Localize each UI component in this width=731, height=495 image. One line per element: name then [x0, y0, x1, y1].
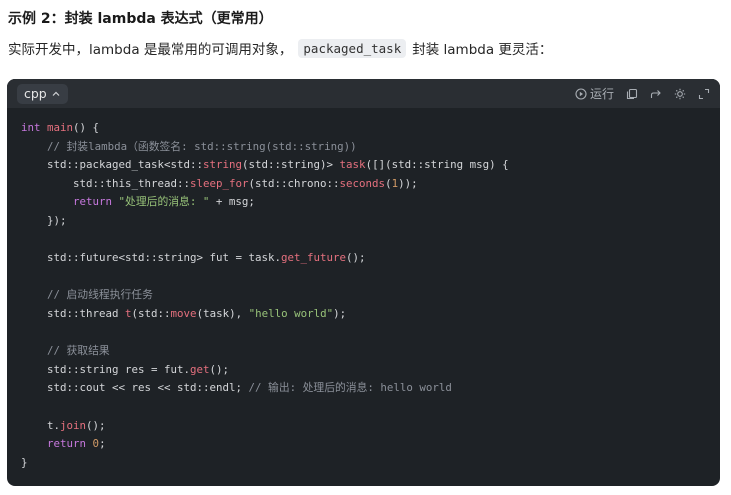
code-token: // 输出: 处理后的消息: hello world [248, 381, 452, 395]
code-token: (std::chrono:: [248, 176, 340, 190]
code-token: ); [333, 306, 347, 320]
code-line: // 获取结果 [21, 342, 706, 361]
code-token: seconds [339, 176, 386, 190]
code-line: }); [21, 212, 706, 231]
copy-button[interactable] [626, 88, 638, 100]
language-selector[interactable]: cpp [17, 83, 68, 104]
copy-icon [626, 88, 638, 100]
code-token: return [73, 195, 113, 209]
code-block: cpp 运行 int main() {// 封装lambda（函数签名: st… [7, 79, 720, 486]
code-token: return [47, 437, 87, 451]
code-line: std::this_thread::sleep_for(std::chrono:… [21, 175, 706, 194]
code-token: ; [99, 437, 106, 451]
code-content: int main() { // 封装lambda（函数签名: std::stri… [7, 108, 720, 483]
code-token: std::cout << res << std::endl; [21, 381, 249, 395]
code-token: "hello world" [248, 306, 334, 320]
play-icon [575, 87, 587, 100]
code-line: return "处理后的消息: " + msg; [21, 193, 706, 212]
code-token: get_future [281, 251, 347, 265]
code-token: (std:: [131, 306, 171, 320]
code-token: join [60, 418, 87, 432]
intro-text-before: 实际开发中，lambda 是最常用的可调用对象， [8, 42, 293, 58]
code-token: t. [21, 418, 61, 432]
code-token: (std::string)> [242, 158, 340, 172]
code-token: ([](std::string msg) { [365, 158, 509, 172]
code-token: int [21, 121, 41, 134]
code-token: (); [209, 362, 230, 376]
theme-button[interactable] [674, 88, 686, 100]
code-token: task [339, 158, 366, 172]
language-label: cpp [24, 86, 47, 101]
intro-text-after: 封装 lambda 更灵活： [412, 42, 553, 58]
code-token: main [47, 121, 74, 134]
inline-code: packaged_task [298, 38, 407, 58]
code-token: "处理后的消息: " [118, 195, 210, 209]
code-token: string [203, 158, 243, 172]
code-line: t.join(); [21, 417, 706, 436]
code-line: int main() { [21, 119, 706, 138]
code-token: () { [73, 121, 100, 134]
code-token: std::future<std::string> fut = task. [21, 251, 282, 265]
code-token: (); [346, 251, 366, 265]
expand-icon [698, 88, 710, 100]
run-button[interactable]: 运行 [575, 85, 614, 102]
theme-icon [674, 88, 686, 100]
code-line: std::packaged_task<std::string(std::stri… [21, 156, 706, 175]
code-token: } [21, 455, 28, 469]
intro-paragraph: 实际开发中，lambda 是最常用的可调用对象， packaged_task 封… [8, 38, 552, 58]
code-token: std::string res = fut. [21, 362, 191, 376]
code-token: std::packaged_task<std:: [21, 158, 204, 172]
code-token: // 获取结果 [21, 344, 110, 358]
code-line: std::cout << res << std::endl; // 输出: 处理… [21, 379, 706, 398]
code-token: )); [398, 176, 418, 190]
code-token: }); [21, 213, 67, 227]
expand-button[interactable] [698, 88, 710, 100]
code-line: // 启动线程执行任务 [21, 286, 706, 305]
code-token: get [190, 362, 210, 376]
code-line: std::thread t(std::move(task), "hello wo… [21, 305, 706, 324]
code-token: + msg; [209, 195, 255, 209]
code-header: cpp 运行 [7, 79, 720, 108]
share-button[interactable] [650, 88, 662, 100]
code-token: // 启动线程执行任务 [21, 288, 153, 302]
code-line: // 封装lambda（函数签名: std::string(std::strin… [21, 138, 706, 157]
code-token: // 封装lambda（函数签名: std::string(std::strin… [21, 139, 357, 153]
code-token: (); [86, 418, 106, 432]
code-line: std::future<std::string> fut = task.get_… [21, 249, 706, 268]
code-token: move [170, 306, 197, 320]
section-heading: 示例 2：封装 lambda 表达式（更常用） [8, 11, 273, 27]
chevron-up-icon [51, 89, 61, 99]
code-token: (task), [196, 306, 249, 320]
share-icon [650, 88, 662, 100]
code-token: std::this_thread:: [21, 176, 191, 190]
code-toolbar: 运行 [575, 85, 710, 102]
code-line: std::string res = fut.get(); [21, 361, 706, 380]
code-token: std::thread [21, 306, 126, 320]
code-token: sleep_for [190, 176, 249, 190]
run-label: 运行 [589, 87, 614, 101]
code-line: } [21, 454, 706, 473]
code-line: return 0; [21, 435, 706, 454]
